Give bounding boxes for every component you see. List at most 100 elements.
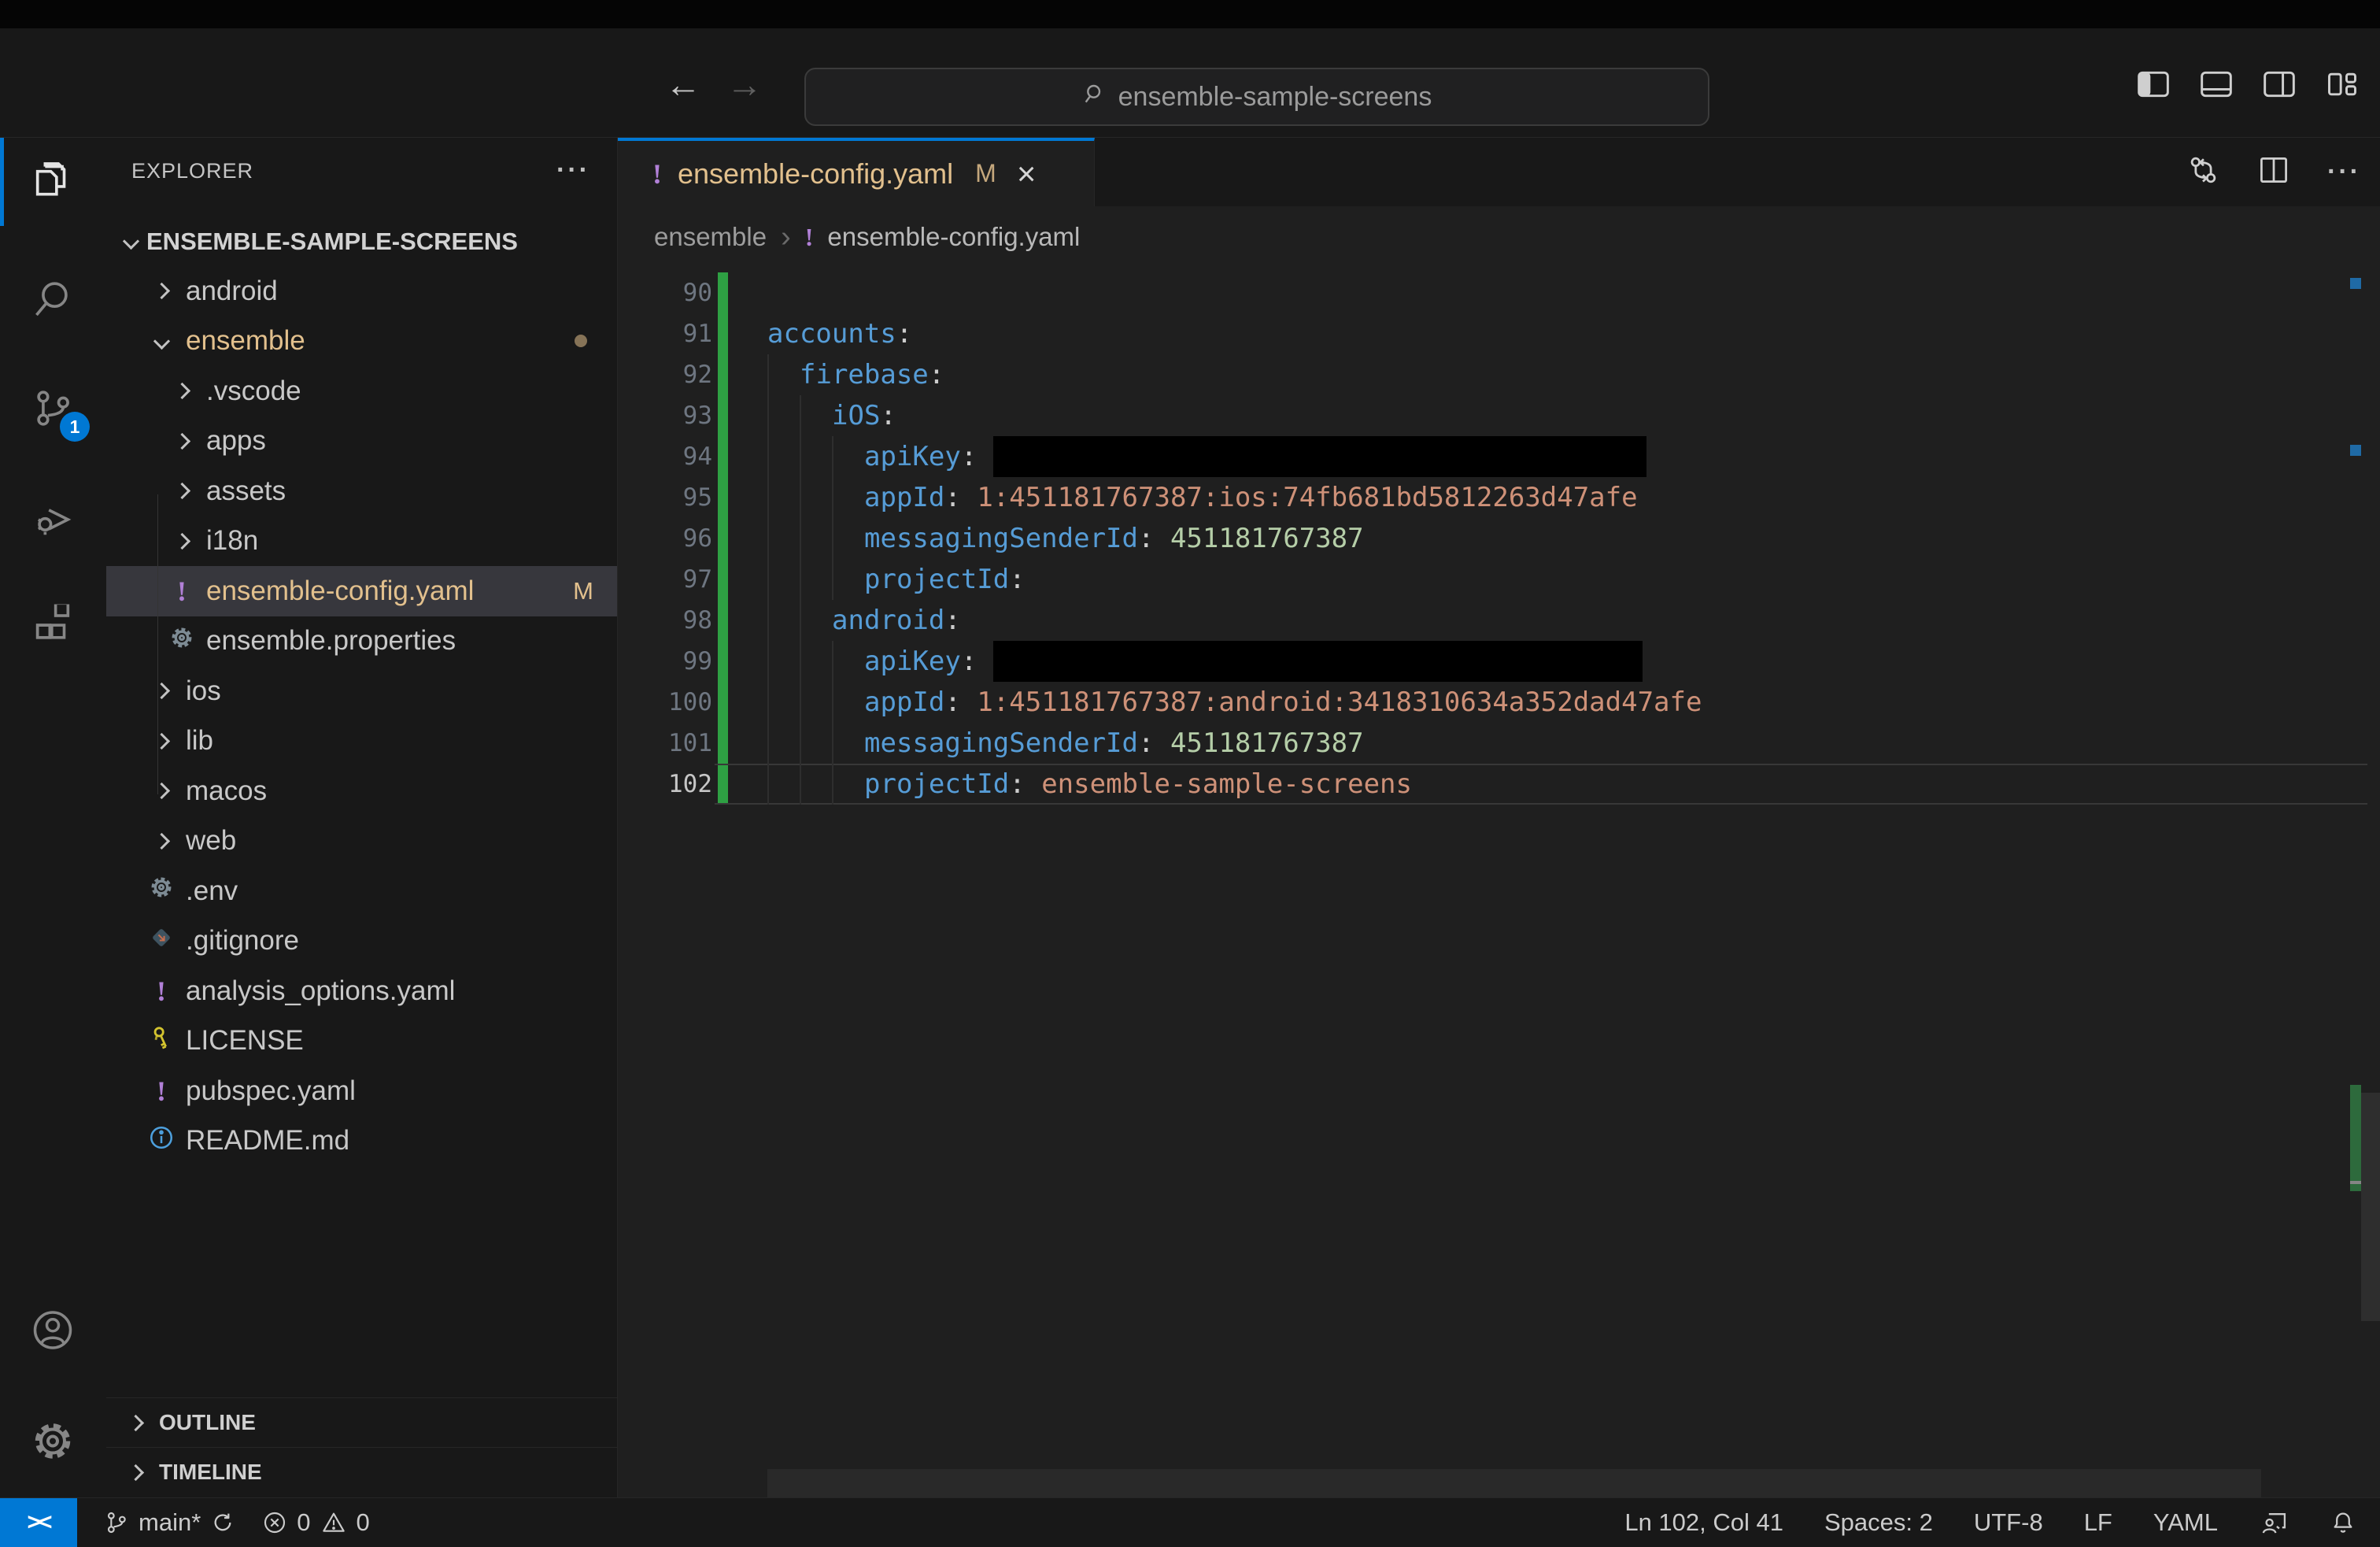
- overview-ruler-mark: [2350, 445, 2361, 456]
- git-branch-item[interactable]: main*: [104, 1508, 235, 1537]
- explorer-more-actions-icon[interactable]: ···: [556, 155, 590, 186]
- tab-ensemble-config-yaml[interactable]: ! ensemble-config.yaml M ×: [618, 138, 1095, 206]
- code-editor[interactable]: 90 91 accounts: 92 firebase: 93 iOS: 94 apiKey: …: [618, 268, 2380, 1497]
- indent-guide: [767, 600, 800, 641]
- tree-item-license[interactable]: LICENSE: [106, 1016, 617, 1067]
- search-icon: [1082, 81, 1107, 113]
- code-line-93: 93 iOS:: [618, 395, 2380, 436]
- tree-item--env[interactable]: .env: [106, 866, 617, 916]
- close-icon[interactable]: ×: [1017, 157, 1037, 190]
- breadcrumb-folder[interactable]: ensemble: [654, 222, 767, 252]
- tree-item-assets[interactable]: assets: [106, 466, 617, 516]
- tree-item-apps[interactable]: apps: [106, 416, 617, 467]
- gitignore-icon: [148, 924, 175, 958]
- tree-item-label: assets: [206, 475, 286, 506]
- run-debug-icon[interactable]: [30, 495, 76, 545]
- tree-item-web[interactable]: web: [106, 816, 617, 867]
- toggle-panel-icon[interactable]: [2199, 69, 2234, 99]
- extensions-icon[interactable]: [30, 601, 76, 654]
- tab-label: ensemble-config.yaml: [678, 157, 954, 190]
- eol-item[interactable]: LF: [2084, 1508, 2112, 1537]
- toggle-primary-sidebar-icon[interactable]: [2136, 69, 2171, 99]
- feedback-icon[interactable]: [2259, 1509, 2289, 1536]
- tree-item-lib[interactable]: lib: [106, 716, 617, 767]
- indent-guide: [767, 641, 800, 682]
- line-number: 100: [668, 688, 712, 716]
- chevron-right-icon: [127, 1464, 145, 1481]
- errors-icon: [264, 1512, 286, 1533]
- tree-item--gitignore[interactable]: .gitignore: [106, 916, 617, 967]
- indentation-item[interactable]: Spaces: 2: [1824, 1508, 1933, 1537]
- warning-count: 0: [356, 1508, 370, 1536]
- line-number: 94: [682, 442, 712, 471]
- remote-indicator[interactable]: ><: [0, 1497, 77, 1547]
- outline-section[interactable]: OUTLINE: [106, 1397, 617, 1447]
- tree-item-label: .env: [186, 875, 238, 906]
- cursor-position-item[interactable]: Ln 102, Col 41: [1624, 1508, 1783, 1537]
- code-lines: 90 91 accounts: 92 firebase: 93 iOS: 94 apiKey: …: [618, 272, 2380, 805]
- breadcrumb-file[interactable]: ensemble-config.yaml: [827, 222, 1080, 252]
- tree-item-ensemble-config-yaml[interactable]: ! ensemble-config.yaml M: [106, 566, 617, 616]
- horizontal-scrollbar[interactable]: [767, 1469, 2261, 1497]
- customize-layout-icon[interactable]: [2325, 69, 2360, 99]
- tree-item--vscode[interactable]: .vscode: [106, 366, 617, 416]
- tree-item-ios[interactable]: ios: [106, 666, 617, 716]
- command-center-search[interactable]: ensemble-sample-screens: [804, 68, 1709, 126]
- tree-item-ensemble[interactable]: ensemble: [106, 316, 617, 367]
- tree-item-pubspec-yaml[interactable]: ! pubspec.yaml: [106, 1066, 617, 1116]
- indent-guide: [832, 559, 864, 600]
- problems-item[interactable]: 0 0: [262, 1508, 370, 1537]
- timeline-label: TIMELINE: [159, 1460, 262, 1484]
- indent-guide: [832, 436, 864, 477]
- indent-guide: [800, 436, 832, 477]
- tree-item-ensemble-properties[interactable]: ensemble.properties: [106, 616, 617, 667]
- tree-item-macos[interactable]: macos: [106, 766, 617, 816]
- chevron-right-icon: [153, 683, 170, 700]
- indent-guide: [832, 641, 864, 682]
- language-mode-item[interactable]: YAML: [2153, 1508, 2218, 1537]
- toggle-secondary-sidebar-icon[interactable]: [2262, 69, 2297, 99]
- status-bar: >< main* 0 0 Ln 102, Col 41 Spaces: 2 UT…: [0, 1497, 2380, 1547]
- chevron-right-icon: [127, 1414, 145, 1431]
- tree-item-i18n[interactable]: i18n: [106, 516, 617, 567]
- indent-guide: [767, 436, 800, 477]
- search-view-icon[interactable]: [30, 276, 76, 326]
- line-number: 93: [682, 402, 712, 430]
- indent-guide: [800, 682, 832, 723]
- vertical-scrollbar[interactable]: [2361, 1093, 2380, 1321]
- code-line-95: 95 appId: 1:451181767387:ios:74fb681bd581…: [618, 477, 2380, 518]
- open-changes-icon[interactable]: [2186, 153, 2220, 191]
- line-number: 101: [668, 729, 712, 757]
- tree-item-readme-md[interactable]: README.md: [106, 1116, 617, 1167]
- line-number: 102: [668, 770, 712, 798]
- split-editor-icon[interactable]: [2256, 153, 2291, 191]
- indent-guide: [832, 518, 864, 559]
- indent-guide: [800, 764, 832, 805]
- settings-gear-icon[interactable]: [29, 1418, 76, 1469]
- outline-label: OUTLINE: [159, 1410, 256, 1434]
- tree-item-label: macos: [186, 775, 268, 806]
- indent-guide: [832, 764, 864, 805]
- indent-guide: [800, 641, 832, 682]
- license-key-icon: [148, 1024, 175, 1058]
- explorer-icon[interactable]: [30, 157, 76, 207]
- properties-gear-icon: [148, 874, 175, 908]
- editor-more-actions-icon[interactable]: ···: [2327, 157, 2361, 187]
- tree-item-analysis-options-yaml[interactable]: ! analysis_options.yaml: [106, 966, 617, 1016]
- account-icon[interactable]: [29, 1307, 76, 1358]
- back-button[interactable]: ←: [660, 57, 707, 112]
- workspace-root-row[interactable]: ENSEMBLE-SAMPLE-SCREENS: [106, 217, 617, 266]
- properties-gear-icon: [168, 624, 195, 658]
- encoding-item[interactable]: UTF-8: [1974, 1508, 2043, 1537]
- forward-button[interactable]: →: [721, 57, 768, 112]
- line-number: 97: [682, 565, 712, 594]
- code-line-91: 91 accounts:: [618, 313, 2380, 354]
- indent-guide: [767, 559, 800, 600]
- tree-item-android[interactable]: android: [106, 266, 617, 316]
- indent-guide: [767, 764, 800, 805]
- tree-item-label: apps: [206, 425, 266, 457]
- timeline-section[interactable]: TIMELINE: [106, 1447, 617, 1497]
- title-bar: ← → ensemble-sample-screens: [0, 28, 2380, 138]
- code-line-100: 100 appId: 1:451181767387:android:3418310…: [618, 682, 2380, 723]
- notifications-bell-icon[interactable]: [2330, 1509, 2356, 1536]
